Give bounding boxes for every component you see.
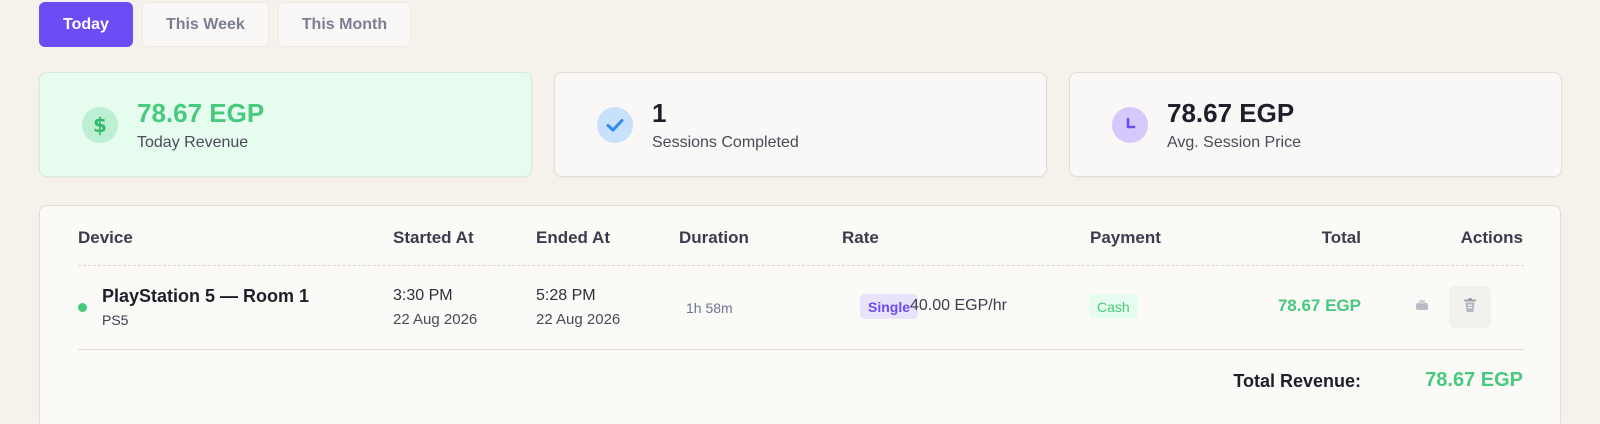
header-payment: Payment: [1090, 228, 1161, 247]
header-actions: Actions: [1460, 228, 1523, 247]
total-revenue-label: Total Revenue:: [1233, 371, 1361, 391]
sessions-value: 1: [652, 97, 667, 128]
check-icon: [597, 106, 633, 143]
start-date: 22 Aug 2026: [393, 311, 478, 328]
sessions-card: 1 Sessions Completed: [554, 72, 1047, 177]
payment-badge: Cash: [1089, 294, 1138, 319]
row-total: 78.67 EGP: [1277, 296, 1361, 315]
header-ended-at: Ended At: [536, 228, 610, 247]
stats-cards: $ 78.67 EGP Today Revenue 1 Sessions Com…: [39, 72, 1562, 177]
dollar-icon: $: [82, 106, 118, 143]
avg-price-value: 78.67 EGP: [1167, 97, 1295, 128]
status-dot-icon: [78, 303, 87, 312]
receipt-icon: [1413, 296, 1431, 319]
sessions-table: Device Started At Ended At Duration Rate…: [39, 205, 1561, 424]
avg-price-label: Avg. Session Price: [1167, 133, 1301, 151]
end-time: 5:28 PM: [536, 287, 596, 304]
header-total: Total: [1321, 228, 1361, 247]
end-date: 22 Aug 2026: [536, 311, 621, 328]
sessions-label: Sessions Completed: [652, 133, 799, 151]
svg-text:$: $: [93, 113, 107, 137]
total-revenue-value: 78.67 EGP: [1425, 369, 1523, 391]
delete-button[interactable]: [1449, 286, 1491, 328]
header-device: Device: [78, 228, 133, 247]
header-rate: Rate: [842, 228, 879, 247]
revenue-label: Today Revenue: [137, 133, 249, 151]
period-filter-tabs: Today This Week This Month: [39, 2, 412, 47]
device-type: PS5: [102, 312, 129, 328]
revenue-value: 78.67 EGP: [137, 97, 265, 128]
rate-value: 40.00 EGP/hr: [910, 297, 1007, 314]
tab-this-month[interactable]: This Month: [277, 2, 412, 47]
revenue-card: $ 78.67 EGP Today Revenue: [39, 72, 532, 177]
tab-today[interactable]: Today: [39, 2, 133, 47]
row-divider: [78, 349, 1524, 350]
header-duration: Duration: [679, 228, 749, 247]
avg-price-card: 78.67 EGP Avg. Session Price: [1069, 72, 1562, 177]
receipt-button[interactable]: [1401, 286, 1443, 328]
header-started-at: Started At: [393, 228, 474, 247]
clock-icon: [1112, 106, 1148, 143]
device-name: PlayStation 5 — Room 1: [102, 286, 310, 306]
trash-icon: [1461, 296, 1479, 319]
duration-value: 1h 58m: [686, 300, 733, 316]
start-time: 3:30 PM: [393, 287, 453, 304]
tab-this-week[interactable]: This Week: [141, 2, 269, 47]
header-divider: [78, 265, 1524, 266]
